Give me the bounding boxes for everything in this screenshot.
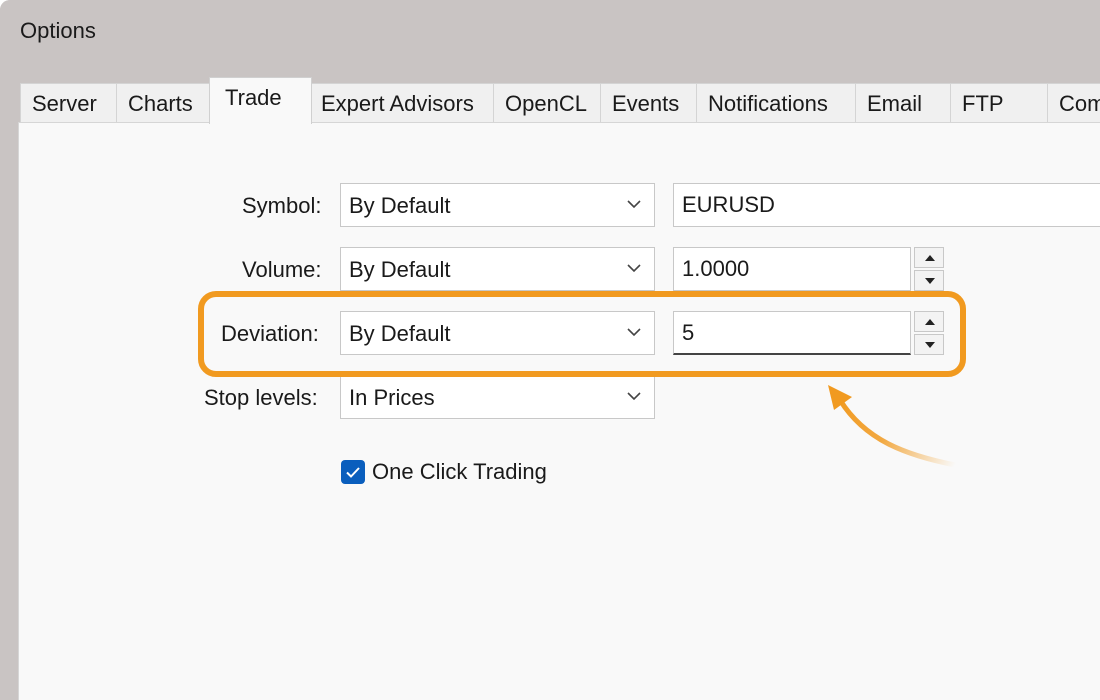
volume-increment-button[interactable] [914,247,944,268]
title-bar[interactable]: Options [0,0,1100,60]
chevron-down-icon [627,200,641,209]
tab-label: Com [1059,91,1100,116]
tab-email[interactable]: Email [855,83,951,123]
tab-expert-advisors[interactable]: Expert Advisors [309,83,494,123]
volume-mode-value: By Default [349,257,451,282]
tab-label: Notifications [708,91,828,116]
symbol-input[interactable]: EURUSD [673,183,1100,227]
one-click-trading-checkbox[interactable] [341,460,365,484]
tab-strip: Server Charts Trade Expert Advisors Open… [20,77,1100,124]
deviation-spinner [914,311,944,357]
symbol-mode-value: By Default [349,193,451,218]
volume-spinner [914,247,944,293]
chevron-down-icon [627,264,641,273]
volume-value: 1.0000 [682,256,750,281]
stop-levels-label: Stop levels: [204,385,318,410]
tab-charts[interactable]: Charts [116,83,210,123]
checkmark-icon [346,467,360,478]
tab-notifications[interactable]: Notifications [696,83,856,123]
tab-opencl[interactable]: OpenCL [493,83,601,123]
volume-label: Volume: [242,257,322,282]
volume-input[interactable]: 1.0000 [673,247,911,291]
deviation-increment-button[interactable] [914,311,944,332]
stop-levels-value: In Prices [349,385,435,410]
tab-label: Charts [128,91,193,116]
symbol-value: EURUSD [682,192,775,217]
chevron-down-icon [627,392,641,401]
deviation-mode-select[interactable]: By Default [340,311,655,355]
tab-label: Server [32,91,97,116]
chevron-down-icon [627,328,641,337]
one-click-trading-label[interactable]: One Click Trading [372,459,547,485]
tab-label: Expert Advisors [321,91,474,116]
deviation-label: Deviation: [221,321,319,346]
tab-server[interactable]: Server [20,83,117,123]
symbol-mode-select[interactable]: By Default [340,183,655,227]
tab-label: Email [867,91,923,116]
stop-levels-select[interactable]: In Prices [340,375,655,419]
symbol-label: Symbol: [242,193,322,218]
deviation-value: 5 [682,320,695,345]
tab-label: Trade [225,85,282,110]
triangle-down-icon [925,342,935,348]
triangle-up-icon [925,255,935,261]
triangle-up-icon [925,319,935,325]
triangle-down-icon [925,278,935,284]
tab-label: FTP [962,91,1004,116]
tab-ftp[interactable]: FTP [950,83,1048,123]
tab-label: OpenCL [505,91,587,116]
volume-decrement-button[interactable] [914,270,944,291]
tab-events[interactable]: Events [600,83,697,123]
tab-trade[interactable]: Trade [209,77,312,124]
deviation-decrement-button[interactable] [914,334,944,355]
deviation-mode-value: By Default [349,321,451,346]
window-title: Options [20,18,96,43]
volume-mode-select[interactable]: By Default [340,247,655,291]
deviation-input[interactable]: 5 [673,311,911,355]
options-window: Options Server Charts Trade Expert Advis… [0,0,1100,700]
tab-label: Events [612,91,680,116]
tab-community[interactable]: Com [1047,83,1100,123]
